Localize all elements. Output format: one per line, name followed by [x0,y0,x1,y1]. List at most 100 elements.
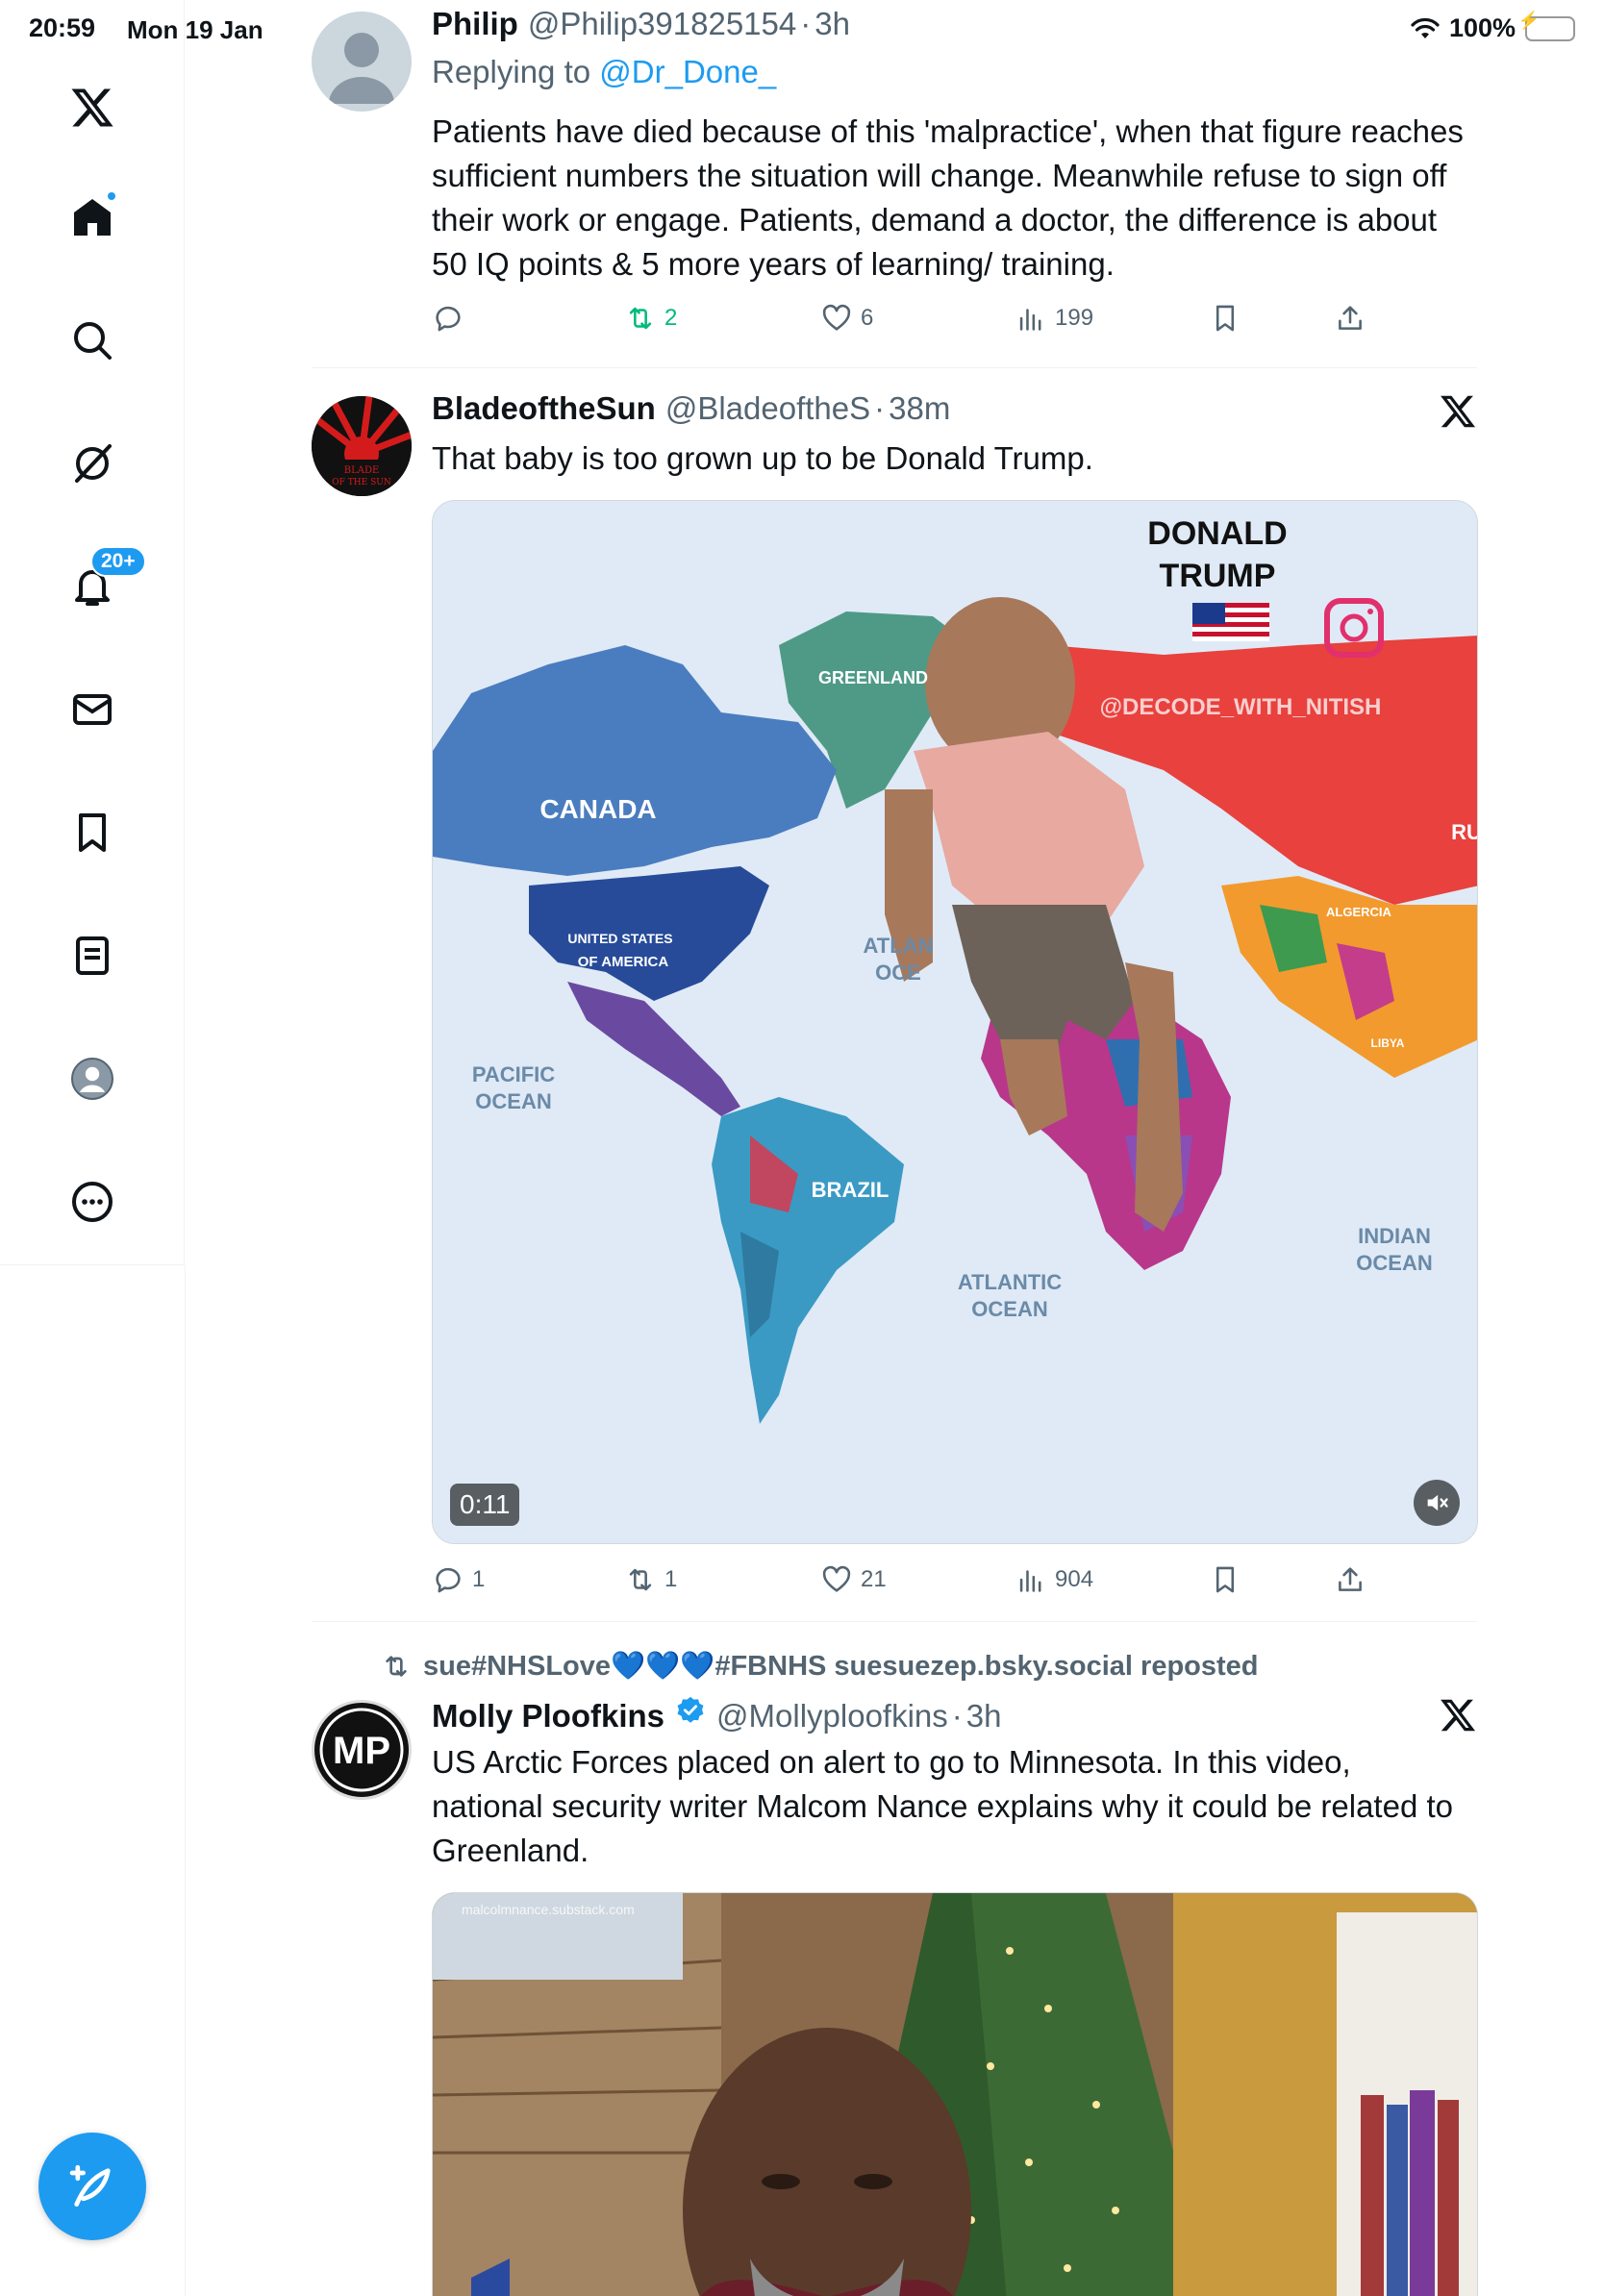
author-handle[interactable]: @BladeoftheS [665,390,870,427]
replying-to-label: Replying to [432,54,591,89]
notifications-badge: 20+ [90,546,146,577]
replying-to-line: Replying to @Dr_Done_ [432,54,776,90]
avatar-molly-ploofkins[interactable]: MP [312,1700,412,1800]
like-button[interactable]: 6 [820,302,873,335]
video-player[interactable]: malcolmnance.substack.com [432,1892,1478,2296]
map-label-greenland: GREENLAND [818,668,928,687]
share-button[interactable] [1334,1563,1366,1596]
map-label-atlantic-n-1: ATLAN [864,934,934,958]
notifications-bell-icon[interactable]: 20+ [65,546,146,613]
avatar-monogram: MP [333,1730,390,1772]
tweet-actions: 1 1 21 904 [432,1563,1393,1602]
map-label-libya: LIBYA [1371,1036,1405,1050]
avatar-default[interactable] [312,12,412,112]
author-handle[interactable]: @Philip391825154 [528,6,796,42]
mute-button[interactable] [1414,1480,1460,1526]
author-name[interactable]: Philip [432,6,518,42]
retweet-button[interactable]: 1 [624,1563,677,1596]
default-user-icon [329,33,394,104]
retweet-icon [629,307,652,330]
separator-dot: · [951,1698,963,1734]
retweet-count: 2 [664,305,678,331]
avatar-bladeofthesun[interactable]: BLADE OF THE SUN [312,396,412,496]
share-icon [1339,1567,1362,1591]
x-logo-icon[interactable] [65,81,119,135]
bookmark-icon [1216,305,1235,332]
battery-percent: 100% [1448,13,1516,42]
search-icon[interactable] [65,313,119,367]
share-button[interactable] [1334,302,1366,335]
reply-button[interactable] [432,302,472,335]
sidebar-divider [185,1265,186,2296]
tweet-text: Patients have died because of this 'malp… [432,113,1464,282]
retweet-count: 1 [664,1566,678,1592]
profile-avatar-icon[interactable] [65,1052,119,1106]
author-name[interactable]: Molly Ploofkins [432,1698,664,1734]
battery-icon: ⚡ [1518,12,1575,41]
reply-icon [436,306,461,332]
tweet-actions: 2 6 199 [432,302,1393,340]
verified-badge-icon [677,1696,704,1723]
wifi-icon [1411,17,1440,38]
map-label-canada: CANADA [539,794,656,824]
map-label-usa-1: UNITED STATES [567,931,672,946]
map-label-indian-2: OCEAN [1356,1251,1432,1275]
like-count: 6 [861,305,874,331]
x-logo-icon[interactable] [1439,392,1477,431]
map-label-pacific-2: OCEAN [475,1089,551,1113]
author-name[interactable]: BladeoftheSun [432,390,656,427]
map-label-usa-2: OF AMERICA [578,954,669,970]
map-label-atlantic-n-2: OCE [875,961,921,985]
like-button[interactable]: 21 [820,1563,887,1596]
views-button[interactable]: 904 [1015,1563,1093,1596]
bookmarks-icon[interactable] [65,806,119,860]
sidebar: 20+ [0,0,185,1265]
status-indicators: 100% ⚡ [1411,12,1575,43]
retweet-button[interactable]: 2 [624,302,677,335]
grok-icon[interactable] [65,437,119,490]
author-handle[interactable]: @Mollyploofkins [716,1698,948,1734]
bookmark-button[interactable] [1209,1563,1241,1596]
tweet-divider [312,367,1477,368]
map-label-brazil: BRAZIL [812,1178,890,1202]
tweet-text: That baby is too grown up to be Donald T… [432,440,1093,476]
views-chart-icon [1019,309,1041,331]
compose-feather-icon [69,2164,111,2207]
avatar-text: BLADE [344,465,380,476]
video-player[interactable]: GREENLAND CANADA UNITED STATES OF AMERIC… [432,500,1478,1544]
mp-monogram-logo: MP [319,1708,404,1792]
map-label-pacific-1: PACIFIC [472,1062,555,1086]
home-icon[interactable] [65,190,119,244]
repost-text: sue#NHSLove💙💙💙#FBNHS suesuezep.bsky.soci… [423,1651,1259,1682]
tweet-time[interactable]: 38m [889,390,950,427]
map-label-atlantic-s-2: OCEAN [971,1297,1047,1321]
replying-to-handle[interactable]: @Dr_Done_ [599,54,776,89]
heart-icon [822,304,851,331]
x-logo-icon[interactable] [1439,1696,1477,1734]
bookmark-button[interactable] [1209,302,1241,335]
video-duration: 0:11 [450,1484,520,1526]
rising-sun-logo: BLADE OF THE SUN [312,396,412,496]
messages-icon[interactable] [65,683,119,736]
heart-icon [822,1565,851,1592]
video-url-watermark: malcolmnance.substack.com [462,1902,635,1917]
like-count: 21 [861,1566,887,1592]
map-label-indian-1: INDIAN [1358,1224,1431,1248]
reply-button[interactable]: 1 [432,1563,485,1596]
views-button[interactable]: 199 [1015,302,1093,335]
more-icon[interactable] [65,1175,119,1229]
repost-context[interactable]: sue#NHSLove💙💙💙#FBNHS suesuezep.bsky.soci… [381,1650,1259,1683]
world-map-video-frame: GREENLAND CANADA UNITED STATES OF AMERIC… [433,501,1477,1543]
separator-dot: · [874,390,886,426]
tweet-time[interactable]: 3h [815,6,850,42]
tweet-divider [312,1621,1477,1622]
video-overlay-title-1: DONALD [1147,515,1287,552]
compose-button[interactable] [38,2133,146,2240]
reply-count: 1 [472,1566,486,1592]
tweet-time[interactable]: 3h [966,1698,1002,1734]
map-label-atlantic-s-1: ATLANTIC [958,1270,1062,1294]
lists-icon[interactable] [65,929,119,983]
video-watermark: @DECODE_WITH_NITISH [1100,694,1382,720]
bookmark-icon [1216,1566,1235,1593]
repost-icon [386,1656,407,1677]
